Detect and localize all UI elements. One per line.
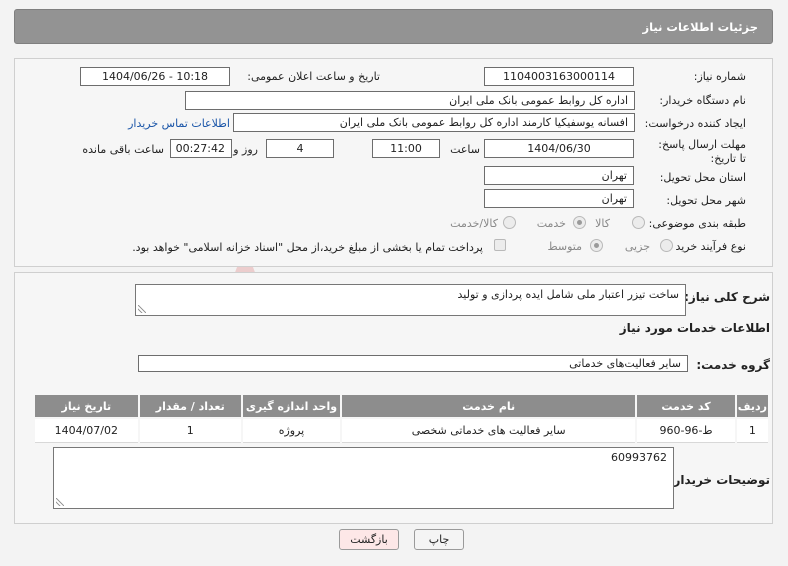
- resize-grip-icon[interactable]: [138, 305, 146, 313]
- province-field: تهران: [484, 166, 634, 185]
- city-label: شهر محل تحویل:: [666, 194, 746, 207]
- deadline-label: مهلت ارسال پاسخ: تا تاریخ:: [658, 138, 746, 165]
- page-title: جزئیات اطلاعات نیاز: [642, 20, 758, 34]
- purchase-medium-label: متوسط: [547, 240, 582, 253]
- deadline-date-field: 1404/06/30: [484, 139, 634, 158]
- purchase-minor-label: جزیی: [624, 240, 650, 253]
- requester-field: افسانه یوسفیکیا کارمند اداره کل روابط عم…: [233, 113, 635, 132]
- buyer-org-label: نام دستگاه خریدار:: [659, 94, 746, 107]
- requester-label: ایجاد کننده درخواست:: [644, 117, 746, 130]
- buyer-notes-label: توضیحات خریدار:: [668, 473, 770, 487]
- cell-service-name: سایر فعالیت های خدماتی شخصی: [340, 417, 638, 443]
- city-field: تهران: [484, 189, 634, 208]
- back-button[interactable]: بازگشت: [339, 529, 399, 550]
- category-goods-label: کالا: [595, 217, 610, 230]
- buyer-org-field: اداره کل روابط عمومی بانک ملی ایران: [185, 91, 635, 110]
- category-goods-service-label: کالا/خدمت: [450, 217, 498, 230]
- cell-service-code: ط-96-960: [635, 417, 737, 443]
- province-label: استان محل تحویل:: [659, 171, 746, 184]
- announce-date-label: تاریخ و ساعت اعلان عمومی:: [247, 70, 380, 83]
- print-button[interactable]: چاپ: [414, 529, 464, 550]
- col-service-name: نام خدمت: [340, 393, 638, 419]
- table-header-row: ردیف کد خدمت نام خدمت واحد اندازه گیری ت…: [33, 393, 771, 419]
- need-number-label: شماره نیاز:: [693, 70, 746, 83]
- category-label: طبقه بندی موضوعی:: [648, 217, 746, 230]
- cell-need-date: 1404/07/02: [33, 417, 140, 443]
- category-service-radio[interactable]: [573, 216, 586, 229]
- buyer-contact-link[interactable]: اطلاعات تماس خریدار: [128, 117, 230, 130]
- page-header: جزئیات اطلاعات نیاز: [14, 9, 773, 44]
- deadline-time-field: 11:00: [372, 139, 440, 158]
- cell-row-number: 1: [734, 417, 771, 443]
- purchase-medium-radio[interactable]: [590, 239, 603, 252]
- service-group-field: سایر فعالیت‌های خدماتی: [138, 355, 688, 372]
- buyer-notes-text: 60993762: [611, 451, 667, 464]
- resize-grip-icon[interactable]: [56, 498, 64, 506]
- col-row-number: ردیف: [734, 393, 771, 419]
- col-quantity: تعداد / مقدار: [137, 393, 243, 419]
- cell-unit: پروژه: [240, 417, 343, 443]
- need-number-field: 1104003163000114: [484, 67, 634, 86]
- treasury-bonds-checkbox[interactable]: [494, 239, 506, 251]
- services-section-title: اطلاعات خدمات مورد نیاز: [619, 321, 770, 335]
- col-need-date: تاریخ نیاز: [33, 393, 140, 419]
- remaining-time-field: 00:27:42: [170, 139, 232, 158]
- treasury-bonds-note: پرداخت تمام یا بخشی از مبلغ خرید،از محل …: [132, 241, 483, 254]
- summary-textarea[interactable]: ساخت تیزر اعتبار ملی شامل ایده پردازی و …: [135, 284, 686, 316]
- col-unit: واحد اندازه گیری: [240, 393, 343, 419]
- summary-text: ساخت تیزر اعتبار ملی شامل ایده پردازی و …: [457, 288, 679, 301]
- services-table: ردیف کد خدمت نام خدمت واحد اندازه گیری ت…: [33, 393, 771, 443]
- remaining-days-field: 4: [266, 139, 334, 158]
- announce-date-field: 1404/06/26 - 10:18: [80, 67, 230, 86]
- summary-label: شرح کلی نیاز:: [684, 290, 770, 304]
- days-label: روز و: [233, 143, 258, 156]
- remaining-time-label: ساعت باقی مانده: [82, 143, 164, 156]
- col-service-code: کد خدمت: [635, 393, 737, 419]
- cell-quantity: 1: [137, 417, 243, 443]
- service-group-label: گروه خدمت:: [696, 358, 770, 372]
- purchase-type-label: نوع فرآیند خرید :: [668, 240, 746, 253]
- buyer-notes-textarea[interactable]: 60993762: [53, 447, 674, 509]
- category-goods-service-radio[interactable]: [503, 216, 516, 229]
- category-goods-radio[interactable]: [632, 216, 645, 229]
- category-service-label: خدمت: [536, 217, 566, 230]
- purchase-minor-radio[interactable]: [660, 239, 673, 252]
- deadline-time-label: ساعت: [450, 143, 480, 156]
- table-row: 1 ط-96-960 سایر فعالیت های خدماتی شخصی پ…: [33, 417, 771, 443]
